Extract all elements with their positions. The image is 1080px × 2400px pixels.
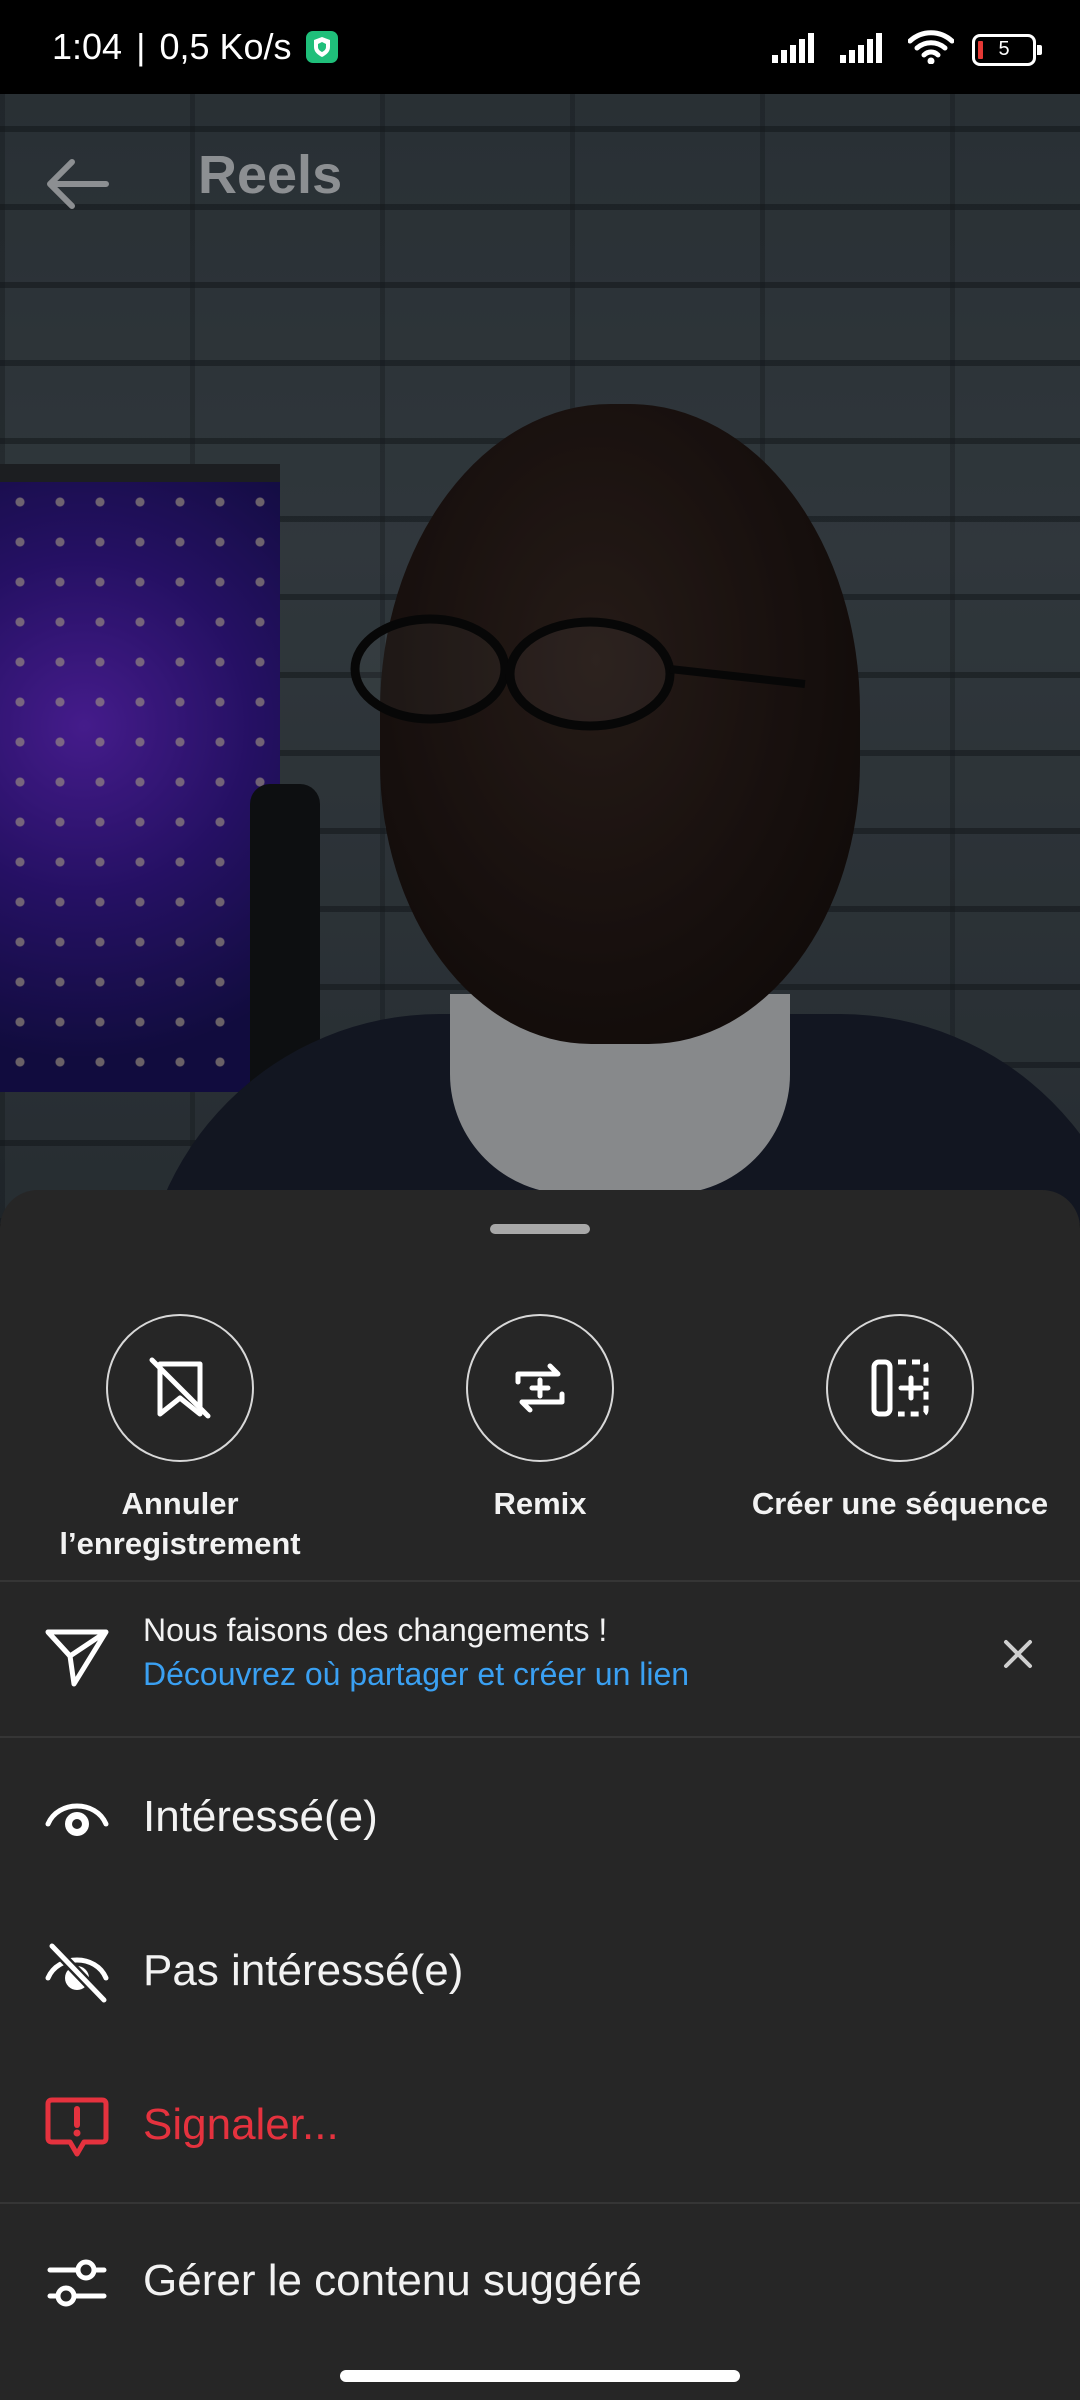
menu-item-label: Gérer le contenu suggéré bbox=[143, 2256, 642, 2305]
status-separator: | bbox=[136, 26, 146, 67]
options-bottom-sheet: Annuler l’enregistrement Remix Créer une… bbox=[0, 1190, 1080, 2400]
sliders-icon bbox=[44, 2250, 110, 2316]
sequence-icon bbox=[871, 1359, 929, 1417]
report-icon bbox=[44, 2094, 110, 2160]
vpn-shield-icon bbox=[305, 31, 338, 63]
send-icon bbox=[44, 1626, 110, 1688]
reels-header: Reels bbox=[0, 94, 1080, 254]
arrow-left-icon[interactable] bbox=[42, 154, 112, 214]
action-circle bbox=[826, 1314, 974, 1462]
status-left: 1:04 | 0,5 Ko/s bbox=[52, 26, 338, 68]
video-dim-overlay bbox=[0, 94, 1080, 1224]
wifi-icon bbox=[907, 30, 955, 69]
menu-item-label: Pas intéressé(e) bbox=[143, 1946, 464, 1995]
page-title: Reels bbox=[198, 145, 343, 205]
action-circle bbox=[106, 1314, 254, 1462]
close-icon[interactable] bbox=[998, 1634, 1038, 1674]
drag-handle[interactable] bbox=[490, 1224, 590, 1234]
action-label: Annuler l’enregistrement bbox=[59, 1486, 301, 1561]
status-right: 5 bbox=[772, 30, 1042, 69]
menu-item-label: Intéressé(e) bbox=[143, 1792, 378, 1841]
battery-icon: 5 bbox=[972, 33, 1042, 66]
action-circle bbox=[466, 1314, 614, 1462]
divider bbox=[0, 1736, 1080, 1738]
action-label: Remix bbox=[493, 1486, 587, 1521]
changes-notice: Nous faisons des changements ! Découvrez… bbox=[0, 1582, 1080, 1732]
menu-item-manage-suggested[interactable]: Gérer le contenu suggéré bbox=[0, 2204, 1080, 2358]
battery-level: 5 bbox=[998, 38, 1010, 60]
notice-title: Nous faisons des changements ! bbox=[143, 1612, 608, 1648]
eye-off-icon bbox=[44, 1940, 110, 2006]
signal-icon bbox=[840, 31, 890, 68]
create-sequence-button[interactable]: Créer une séquence bbox=[720, 1314, 1080, 1524]
menu-item-not-interested[interactable]: Pas intéressé(e) bbox=[0, 1894, 1080, 2048]
menu-item-interested[interactable]: Intéressé(e) bbox=[0, 1740, 1080, 1894]
notice-link[interactable]: Découvrez où partager et créer un lien bbox=[143, 1656, 689, 1693]
action-label: Créer une séquence bbox=[751, 1486, 1049, 1521]
remix-button[interactable]: Remix bbox=[360, 1314, 720, 1524]
home-indicator[interactable] bbox=[340, 2370, 740, 2382]
unsave-icon bbox=[149, 1357, 211, 1419]
unsave-button[interactable]: Annuler l’enregistrement bbox=[0, 1314, 360, 1564]
signal-icon bbox=[772, 31, 822, 68]
status-bar: 1:04 | 0,5 Ko/s 5 bbox=[0, 0, 1080, 94]
menu-item-report[interactable]: Signaler... bbox=[0, 2048, 1080, 2202]
reel-video[interactable]: Reels bbox=[0, 94, 1080, 1224]
eye-icon bbox=[44, 1786, 110, 1852]
status-network-speed: 0,5 Ko/s bbox=[159, 26, 292, 67]
menu-item-label: Signaler... bbox=[143, 2100, 339, 2149]
quick-actions: Annuler l’enregistrement Remix Créer une… bbox=[0, 1314, 1080, 1564]
remix-icon bbox=[515, 1363, 565, 1413]
status-time: 1:04 bbox=[52, 26, 123, 67]
